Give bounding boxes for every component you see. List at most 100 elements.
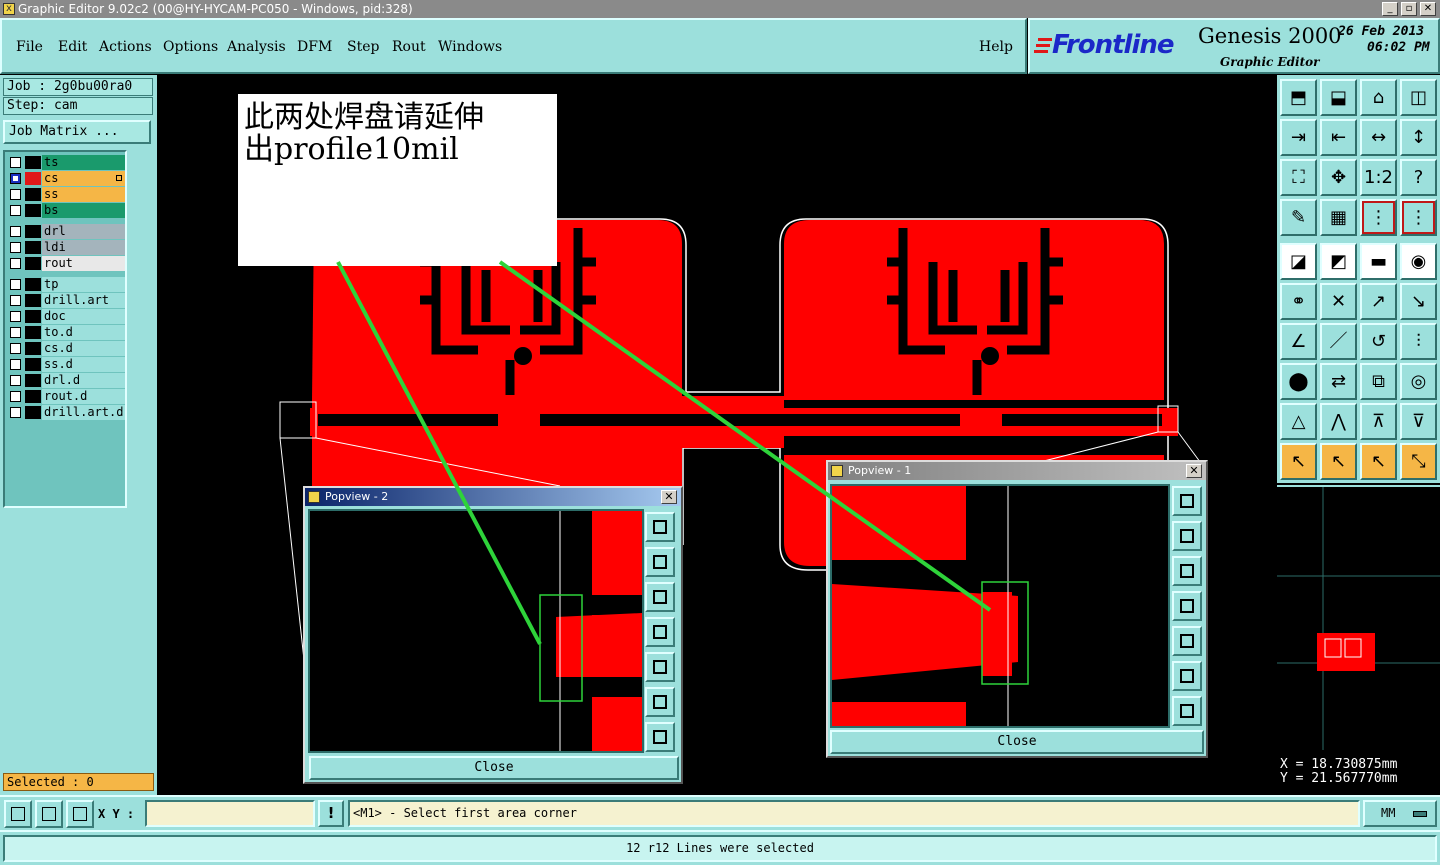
triangle-icon[interactable]: △ — [1280, 403, 1317, 440]
popview-2-close-button[interactable]: Close — [309, 756, 679, 780]
menu-dfm[interactable]: DFM — [297, 39, 332, 55]
popview-1-fit-icon[interactable] — [1172, 661, 1202, 691]
swap-horiz-icon[interactable]: ⇄ — [1320, 363, 1357, 400]
layer-down-icon[interactable]: ⋮ — [1400, 199, 1437, 236]
move-icon[interactable]: ↗ — [1360, 283, 1397, 320]
angle-icon[interactable]: ∠ — [1280, 323, 1317, 360]
job-matrix-button[interactable]: Job Matrix ... — [3, 120, 151, 144]
popview-1-close-button[interactable]: Close — [830, 730, 1204, 754]
popview-2-down-icon[interactable] — [645, 582, 675, 612]
popview-1-pan-icon[interactable] — [1172, 696, 1202, 726]
layer-row-ss-d[interactable]: ss.d — [7, 357, 125, 372]
popview-1-view[interactable] — [830, 484, 1170, 728]
layer-checkbox[interactable] — [10, 375, 21, 386]
popview-2-fit-icon[interactable] — [645, 687, 675, 717]
center-icon[interactable]: ✥ — [1320, 159, 1357, 196]
mirror-icon[interactable]: ⫶ — [1400, 323, 1437, 360]
popview-1-up-icon[interactable] — [1172, 521, 1202, 551]
layer-up-icon[interactable]: ⋮ — [1360, 199, 1397, 236]
popview-2-up-icon[interactable] — [645, 547, 675, 577]
overview-map[interactable] — [1277, 485, 1440, 750]
layer-checkbox[interactable] — [10, 242, 21, 253]
circle-icon[interactable]: ◉ — [1400, 243, 1437, 280]
layer-row-tp[interactable]: tp — [7, 277, 125, 292]
layer-row-cs-d[interactable]: cs.d — [7, 341, 125, 356]
layer-checkbox[interactable] — [10, 311, 21, 322]
layer-checkbox[interactable] — [10, 327, 21, 338]
layer-row-ts[interactable]: ts — [7, 155, 125, 170]
stretch-icon[interactable]: ↕ — [1400, 119, 1437, 156]
layer-checkbox[interactable] — [10, 279, 21, 290]
layer-checkbox[interactable] — [10, 157, 21, 168]
layer-row-to-d[interactable]: to.d — [7, 325, 125, 340]
arc-down-icon[interactable]: ⊽ — [1400, 403, 1437, 440]
popview-2-zoom-icon[interactable] — [645, 512, 675, 542]
bottom-view-icon[interactable]: ⬓ — [1320, 79, 1357, 116]
maximize-button[interactable]: ▫ — [1401, 2, 1417, 16]
grid-icon[interactable] — [66, 800, 94, 828]
xy-input[interactable] — [145, 800, 315, 827]
layer-row-rout[interactable]: rout — [7, 256, 125, 271]
layer-row-drill-art[interactable]: drill.art — [7, 293, 125, 308]
help-icon[interactable]: ? — [1400, 159, 1437, 196]
popview-1-right-icon[interactable] — [1172, 626, 1202, 656]
popview-1-left-icon[interactable] — [1172, 591, 1202, 621]
layer-checkbox[interactable] — [10, 258, 21, 269]
popview-1-close-icon[interactable]: ✕ — [1186, 464, 1202, 478]
layer-row-doc[interactable]: doc — [7, 309, 125, 324]
rotate-icon[interactable]: ↺ — [1360, 323, 1397, 360]
select-icon[interactable]: ↖ — [1280, 443, 1317, 480]
measure-icon[interactable] — [35, 800, 63, 828]
menu-options[interactable]: Options — [163, 39, 218, 55]
layer-checkbox[interactable] — [10, 173, 21, 184]
layer-row-ss[interactable]: ss — [7, 187, 125, 202]
arc-fill-icon[interactable]: ⊼ — [1360, 403, 1397, 440]
slash-icon[interactable]: ／ — [1320, 323, 1357, 360]
menu-actions[interactable]: Actions — [99, 39, 152, 55]
ruler-icon[interactable]: ▬ — [1360, 243, 1397, 280]
menu-windows[interactable]: Windows — [438, 39, 502, 55]
select-net-icon[interactable]: ⤡ — [1400, 443, 1437, 480]
layer-checkbox[interactable] — [10, 295, 21, 306]
move-down-icon[interactable]: ↘ — [1400, 283, 1437, 320]
menu-help[interactable]: Help — [979, 39, 1013, 55]
popview-2-left-icon[interactable] — [645, 617, 675, 647]
snap-icon[interactable] — [4, 800, 32, 828]
pan-right-icon[interactable]: ⇤ — [1320, 119, 1357, 156]
layer-row-drill-art-d[interactable]: drill.art.d — [7, 405, 125, 420]
units-select[interactable]: MM — [1363, 800, 1437, 827]
pad-icon[interactable]: ◪ — [1280, 243, 1317, 280]
top-view-icon[interactable]: ⬒ — [1280, 79, 1317, 116]
swap-icon[interactable]: ↔ — [1360, 119, 1397, 156]
layer-checkbox[interactable] — [10, 359, 21, 370]
layer-row-cs[interactable]: cs — [7, 171, 125, 186]
shape-icon[interactable]: ◎ — [1400, 363, 1437, 400]
fit-icon[interactable]: ⛶ — [1280, 159, 1317, 196]
layer-checkbox[interactable] — [10, 343, 21, 354]
arc-icon[interactable]: ⋀ — [1320, 403, 1357, 440]
menu-edit[interactable]: Edit — [58, 39, 87, 55]
grid-toggle-icon[interactable]: ▦ — [1320, 199, 1357, 236]
popview-2-right-icon[interactable] — [645, 652, 675, 682]
layer-row-drl-d[interactable]: drl.d — [7, 373, 125, 388]
minimize-button[interactable]: _ — [1382, 2, 1398, 16]
layer-checkbox[interactable] — [10, 407, 21, 418]
popview-1-down-icon[interactable] — [1172, 556, 1202, 586]
layer-checkbox[interactable] — [10, 226, 21, 237]
layer-checkbox[interactable] — [10, 391, 21, 402]
zoom-ratio-icon[interactable]: 1:2 — [1360, 159, 1397, 196]
popview-2-pan-icon[interactable] — [645, 722, 675, 752]
warning-button[interactable]: ! — [318, 800, 344, 827]
pan-left-icon[interactable]: ⇥ — [1280, 119, 1317, 156]
select-box-icon[interactable]: ↖ — [1320, 443, 1357, 480]
layer-row-drl[interactable]: drl — [7, 224, 125, 239]
select-poly-icon[interactable]: ↖ — [1360, 443, 1397, 480]
layer-checkbox[interactable] — [10, 205, 21, 216]
close-window-button[interactable]: ✕ — [1420, 2, 1436, 16]
popview-2-view[interactable] — [308, 509, 644, 753]
line-icon[interactable]: ◩ — [1320, 243, 1357, 280]
layer-checkbox[interactable] — [10, 189, 21, 200]
copy-icon[interactable]: ⧉ — [1360, 363, 1397, 400]
menu-analysis[interactable]: Analysis — [227, 39, 286, 55]
split-view-icon[interactable]: ◫ — [1400, 79, 1437, 116]
